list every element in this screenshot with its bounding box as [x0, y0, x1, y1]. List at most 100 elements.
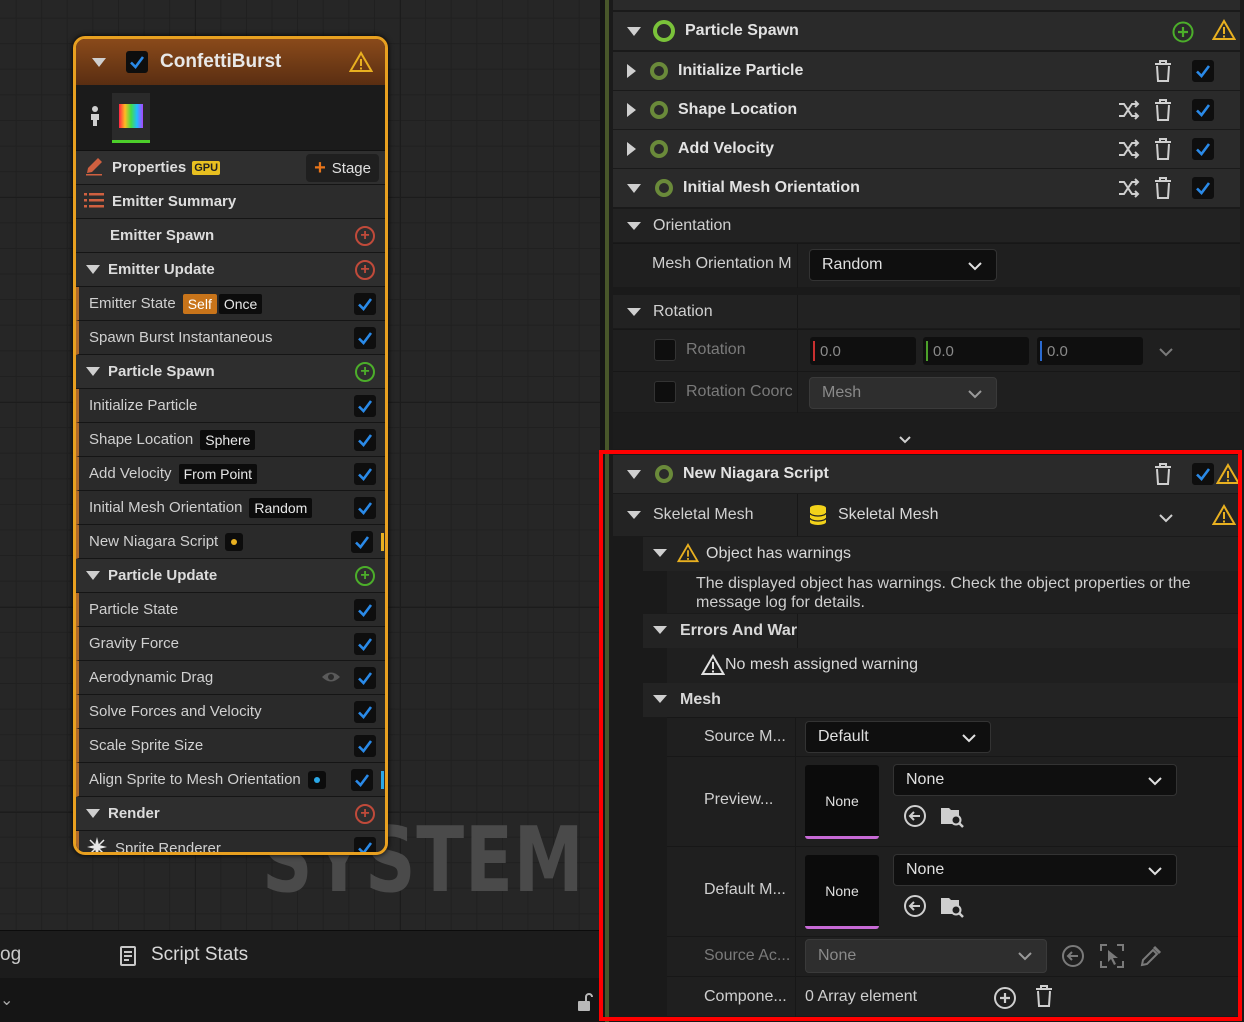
module-solve-forces[interactable]: Solve Forces and Velocity	[76, 695, 385, 729]
stage-particle-spawn[interactable]: Particle Spawn +	[76, 355, 385, 389]
module-enabled-checkbox[interactable]	[1192, 177, 1214, 199]
module-initialize-particle-header[interactable]: Initialize Particle	[613, 52, 1240, 90]
shuffle-icon[interactable]	[1118, 139, 1140, 159]
collapse-arrow-icon[interactable]	[627, 469, 641, 479]
module-scale-sprite-size[interactable]: Scale Sprite Size	[76, 729, 385, 763]
emitter-node-confettiburst[interactable]: ConfettiBurst Properties GPU + Stage Emi…	[73, 36, 388, 855]
module-emitter-state[interactable]: Emitter State Self Once	[76, 287, 385, 321]
tab-script-stats[interactable]: Script Stats	[151, 944, 248, 966]
warning-icon[interactable]	[1211, 504, 1237, 530]
default-mesh-thumbnail[interactable]: None	[805, 855, 879, 929]
add-module-button[interactable]: +	[355, 566, 375, 586]
module-initial-mesh-orientation-header[interactable]: Initial Mesh Orientation	[613, 169, 1240, 207]
expand-arrow-icon[interactable]	[627, 142, 636, 156]
module-spawn-burst[interactable]: Spawn Burst Instantaneous	[76, 321, 385, 355]
default-mesh-picker[interactable]: None	[893, 854, 1177, 886]
module-particle-spawn-header[interactable]: Particle Spawn	[613, 12, 1240, 50]
shuffle-icon[interactable]	[1118, 100, 1140, 120]
module-add-velocity[interactable]: Add Velocity From Point	[76, 457, 385, 491]
eyedropper-icon[interactable]	[1139, 944, 1163, 972]
tab-log[interactable]: og	[0, 944, 21, 966]
add-module-button[interactable]: +	[355, 260, 375, 280]
use-selected-arrow-icon[interactable]	[903, 894, 927, 922]
module-gravity-force[interactable]: Gravity Force	[76, 627, 385, 661]
preview-mesh-thumbnail[interactable]: None	[805, 765, 879, 839]
collapse-arrow-icon[interactable]	[86, 265, 100, 274]
trash-icon[interactable]	[1152, 98, 1174, 122]
module-enabled-checkbox[interactable]	[354, 667, 376, 689]
module-enabled-checkbox[interactable]	[354, 735, 376, 757]
module-enabled-checkbox[interactable]	[354, 497, 376, 519]
add-renderer-button[interactable]: +	[355, 804, 375, 824]
select-in-viewport-icon[interactable]	[1099, 943, 1125, 973]
collapse-arrow-icon[interactable]	[86, 571, 100, 580]
module-aerodynamic-drag[interactable]: Aerodynamic Drag	[76, 661, 385, 695]
module-initial-mesh-orientation[interactable]: Initial Mesh Orientation Random	[76, 491, 385, 525]
mesh-orientation-dropdown[interactable]: Random	[809, 249, 997, 281]
module-enabled-checkbox[interactable]	[1192, 138, 1214, 160]
module-enabled-checkbox[interactable]	[354, 293, 376, 315]
emitter-enabled-checkbox[interactable]	[126, 51, 148, 73]
section-orientation[interactable]: Orientation	[613, 209, 1240, 242]
module-add-velocity-header[interactable]: Add Velocity	[613, 130, 1240, 168]
collapse-arrow-icon[interactable]	[627, 26, 641, 36]
module-enabled-checkbox[interactable]	[351, 531, 373, 553]
browse-folder-icon[interactable]	[939, 893, 965, 923]
rotation-override-checkbox[interactable]	[654, 339, 676, 361]
add-circle-icon[interactable]	[1172, 21, 1194, 43]
collapse-arrow-icon[interactable]	[627, 221, 641, 230]
stage-render[interactable]: Render +	[76, 797, 385, 831]
module-enabled-checkbox[interactable]	[1192, 99, 1214, 121]
preview-mesh-picker[interactable]: None	[893, 764, 1177, 796]
browse-folder-icon[interactable]	[939, 803, 965, 833]
source-actor-dropdown[interactable]: None	[805, 939, 1047, 973]
properties-row[interactable]: Properties GPU + Stage	[76, 151, 385, 185]
module-initialize-particle[interactable]: Initialize Particle	[76, 389, 385, 423]
module-enabled-checkbox[interactable]	[1192, 60, 1214, 82]
niagara-graph-canvas[interactable]: SYSTEM ConfettiBurst Properties GPU + St…	[0, 0, 600, 930]
module-enabled-checkbox[interactable]	[354, 395, 376, 417]
module-enabled-checkbox[interactable]	[354, 463, 376, 485]
rotation-z-field[interactable]: 0.0	[1037, 337, 1143, 365]
collapse-arrow-icon[interactable]	[653, 549, 667, 557]
stage-emitter-update[interactable]: Emitter Update +	[76, 253, 385, 287]
emitter-node-header[interactable]: ConfettiBurst	[76, 39, 385, 85]
source-mode-dropdown[interactable]: Default	[805, 721, 991, 753]
section-skeletal-mesh[interactable]: Skeletal Mesh Skeletal Mesh	[613, 494, 1240, 536]
collapse-arrow-icon[interactable]	[653, 626, 667, 634]
trash-icon[interactable]	[1152, 59, 1174, 83]
trash-icon[interactable]	[1152, 176, 1174, 200]
module-shape-location[interactable]: Shape Location Sphere	[76, 423, 385, 457]
section-errors-and-warnings[interactable]: Errors And War	[643, 614, 1240, 648]
add-module-button[interactable]: +	[355, 226, 375, 246]
person-icon[interactable]	[86, 104, 104, 132]
warning-icon[interactable]	[1212, 19, 1236, 41]
rotation-x-field[interactable]: 0.0	[810, 337, 916, 365]
module-enabled-checkbox[interactable]	[1192, 463, 1214, 485]
trash-icon[interactable]	[1152, 462, 1174, 486]
module-enabled-checkbox[interactable]	[351, 769, 373, 791]
stage-emitter-spawn[interactable]: Emitter Spawn +	[76, 219, 385, 253]
use-selected-arrow-icon[interactable]	[1061, 944, 1085, 972]
emitter-thumbnail[interactable]	[112, 92, 150, 143]
lock-icon[interactable]	[576, 992, 594, 1016]
collapse-arrow-icon[interactable]	[86, 809, 100, 818]
chevron-down-icon[interactable]	[1159, 510, 1173, 527]
module-new-niagara-script[interactable]: New Niagara Script	[76, 525, 385, 559]
module-shape-location-header[interactable]: Shape Location	[613, 91, 1240, 129]
rotation-coord-override-checkbox[interactable]	[654, 381, 676, 403]
add-module-button[interactable]: +	[355, 362, 375, 382]
expand-arrow-icon[interactable]	[627, 64, 636, 78]
module-enabled-checkbox[interactable]	[354, 701, 376, 723]
collapse-arrow-icon[interactable]	[627, 183, 641, 193]
warnings-header-row[interactable]: Object has warnings	[643, 537, 1240, 571]
add-stage-button[interactable]: + Stage	[306, 154, 379, 182]
chevron-down-icon[interactable]: ⌄	[0, 990, 13, 1010]
renderer-sprite[interactable]: Sprite Renderer	[76, 831, 385, 852]
collapse-arrow-icon[interactable]	[92, 57, 106, 67]
rotation-coordinate-dropdown[interactable]: Mesh	[809, 377, 997, 409]
trash-icon[interactable]	[1152, 137, 1174, 161]
chevron-down-icon[interactable]	[899, 431, 911, 448]
collapse-arrow-icon[interactable]	[627, 307, 641, 316]
module-align-sprite[interactable]: Align Sprite to Mesh Orientation	[76, 763, 385, 797]
